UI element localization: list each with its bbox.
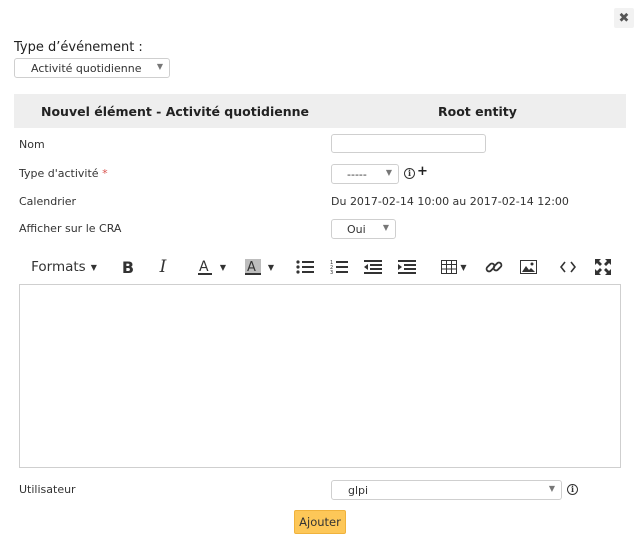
show-cra-label: Afficher sur le CRA: [19, 222, 122, 235]
activity-type-selected: -----: [347, 167, 367, 181]
formats-dropdown[interactable]: Formats ▼: [29, 257, 99, 277]
bullet-list-button[interactable]: [296, 257, 314, 277]
fullscreen-icon: [595, 259, 611, 275]
text-color-icon: A: [197, 259, 212, 275]
show-cra-select[interactable]: Oui ▼: [331, 219, 396, 239]
link-icon: [485, 261, 503, 273]
info-icon[interactable]: i: [404, 168, 415, 179]
event-type-selected: Activité quotidienne: [31, 61, 142, 75]
numbered-list-button[interactable]: 1 2 3: [330, 257, 348, 277]
activity-type-label: Type d'activité *: [19, 167, 108, 180]
link-button[interactable]: [485, 257, 503, 277]
user-select[interactable]: glpi ▼: [331, 480, 562, 500]
event-type-select[interactable]: Activité quotidienne ▼: [14, 58, 170, 78]
entity-title: Root entity: [438, 103, 517, 119]
name-label: Nom: [19, 138, 45, 151]
svg-text:A: A: [247, 260, 256, 275]
user-label: Utilisateur: [19, 483, 76, 496]
numbered-list-icon: 1 2 3: [330, 260, 348, 275]
table-button[interactable]: ▼: [439, 257, 469, 277]
activity-type-label-text: Type d'activité: [19, 167, 99, 180]
background-color-icon: A: [244, 259, 261, 275]
background-color-button[interactable]: A ▼: [239, 257, 279, 277]
close-icon: ✖: [618, 10, 630, 26]
fullscreen-button[interactable]: [594, 257, 612, 277]
form-header: Nouvel élément - Activité quotidienne Ro…: [14, 94, 626, 128]
close-dialog-button[interactable]: ✖: [614, 8, 634, 28]
italic-icon: I: [159, 257, 167, 277]
description-editor[interactable]: [19, 284, 621, 468]
chevron-down-icon: ▼: [548, 484, 555, 493]
calendar-label: Calendrier: [19, 195, 77, 208]
source-code-button[interactable]: [559, 257, 577, 277]
user-selected: glpi: [348, 483, 369, 497]
add-icon[interactable]: +: [417, 164, 428, 179]
outdent-icon: [364, 260, 382, 274]
info-icon[interactable]: i: [567, 484, 578, 495]
name-input[interactable]: [331, 134, 486, 153]
caret-down-icon: ▼: [90, 262, 97, 272]
activity-type-select[interactable]: ----- ▼: [331, 164, 399, 184]
image-icon: [519, 260, 537, 274]
bold-icon: B: [121, 257, 135, 277]
chevron-down-icon: ▼: [382, 223, 389, 232]
text-color-button[interactable]: A ▼: [191, 257, 231, 277]
caret-down-icon: ▼: [267, 262, 275, 272]
table-icon: [441, 260, 458, 274]
image-button[interactable]: [519, 257, 537, 277]
caret-down-icon: ▼: [460, 262, 467, 272]
source-code-icon: [560, 261, 576, 273]
bold-button[interactable]: B: [120, 257, 136, 277]
event-type-label: Type d’événement :: [14, 40, 143, 55]
formats-label: Formats: [31, 259, 86, 275]
form-title: Nouvel élément - Activité quotidienne: [41, 103, 309, 119]
add-button[interactable]: Ajouter: [294, 510, 346, 534]
svg-text:A: A: [199, 259, 209, 275]
indent-button[interactable]: [398, 257, 416, 277]
indent-icon: [398, 260, 416, 274]
chevron-down-icon: ▼: [156, 62, 163, 71]
svg-text:3: 3: [330, 270, 333, 275]
calendar-value: Du 2017-02-14 10:00 au 2017-02-14 12:00: [331, 195, 569, 208]
italic-button[interactable]: I: [155, 257, 171, 277]
chevron-down-icon: ▼: [385, 168, 392, 177]
bullet-list-icon: [296, 260, 314, 274]
caret-down-icon: ▼: [219, 262, 227, 272]
show-cra-selected: Oui: [347, 222, 366, 236]
required-marker: *: [102, 167, 108, 180]
outdent-button[interactable]: [364, 257, 382, 277]
